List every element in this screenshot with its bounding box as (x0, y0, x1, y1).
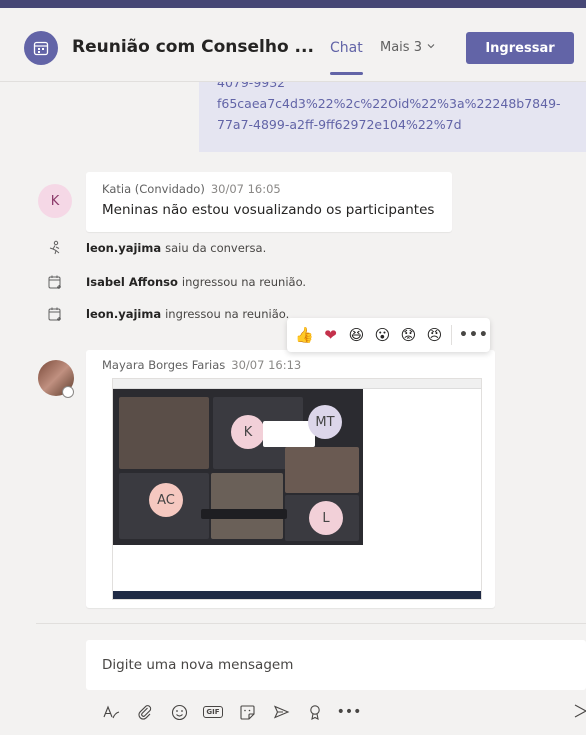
message-time: 30/07 16:05 (210, 182, 281, 196)
tab-chat[interactable]: Chat (330, 40, 363, 56)
chat-popup (263, 421, 315, 447)
event-text: ingressou na reunião. (165, 307, 290, 321)
reactions-bar: 👍 ❤ 😆 😮 😟 😠 ••• (287, 318, 490, 352)
message-author: Mayara Borges Farias (102, 358, 226, 372)
video-tile (211, 473, 283, 539)
video-tile (119, 397, 209, 469)
message-bubble[interactable]: Katia (Convidado) 30/07 16:05 Meninas não… (86, 172, 452, 232)
format-icon[interactable] (100, 701, 122, 723)
participant-avatar: MT (308, 405, 342, 439)
heart-reaction-icon[interactable]: ❤ (321, 326, 340, 344)
presence-badge (62, 386, 74, 398)
message-meta: Katia (Convidado) 30/07 16:05 (102, 182, 436, 196)
chevron-down-icon (426, 40, 436, 55)
participant-avatar: K (231, 415, 265, 449)
screenshot-taskbar (113, 591, 481, 599)
more-options-icon[interactable]: ••• (337, 701, 362, 723)
more-options-icon[interactable]: ••• (459, 327, 489, 343)
participant-avatar: L (309, 501, 343, 535)
gif-icon[interactable]: GIF (202, 701, 224, 723)
event-row: leon.yajima saiu da conversa. (46, 238, 266, 258)
link-message-bubble: 4079-9932 f65caea7c4d3%22%2c%22Oid%22%3a… (199, 82, 586, 152)
video-tile (285, 447, 359, 493)
link-text-line[interactable]: f65caea7c4d3%22%2c%22Oid%22%3a%22248b784… (217, 93, 586, 114)
event-user[interactable]: Isabel Affonso (86, 275, 178, 289)
shared-screenshot-image[interactable]: K MT AC L (112, 378, 482, 600)
message-time: 30/07 16:13 (231, 358, 302, 372)
meet-now-icon[interactable] (270, 701, 292, 723)
message-author: Katia (Convidado) (102, 182, 205, 196)
meeting-calendar-icon (24, 31, 58, 65)
angry-reaction-icon[interactable]: 😠 (425, 326, 444, 344)
compose-box[interactable] (86, 640, 586, 690)
meeting-title: Reunião com Conselho ... (72, 37, 314, 57)
sad-reaction-icon[interactable]: 😟 (399, 326, 418, 344)
link-text-line[interactable]: 4079-9932 (217, 82, 586, 93)
tab-chat-indicator (330, 72, 363, 75)
compose-divider (36, 623, 586, 624)
emoji-icon[interactable] (168, 701, 190, 723)
tab-more-label: Mais 3 (380, 40, 422, 55)
calendar-join-icon (46, 305, 64, 323)
like-reaction-icon[interactable]: 👍 (295, 326, 314, 344)
event-row: Isabel Affonso ingressou na reunião. (46, 272, 306, 292)
message-text: Meninas não estou vosualizando os partic… (102, 202, 435, 218)
calendar-join-icon (46, 273, 64, 291)
avatar[interactable]: K (38, 184, 72, 218)
message-meta: Mayara Borges Farias 30/07 16:13 (102, 358, 479, 372)
screenshot-browser-bar (113, 379, 481, 389)
event-row: leon.yajima ingressou na reunião. (46, 304, 289, 324)
person-leave-icon (46, 239, 64, 257)
laugh-reaction-icon[interactable]: 😆 (347, 326, 366, 344)
call-controls (201, 509, 287, 519)
send-icon[interactable] (574, 702, 586, 720)
event-user[interactable]: leon.yajima (86, 241, 161, 255)
chat-header: Reunião com Conselho ... Chat Mais 3 Ing… (0, 8, 586, 82)
tab-more[interactable]: Mais 3 (380, 40, 436, 55)
screenshot-call-grid: K MT AC L (113, 389, 363, 545)
attach-icon[interactable] (134, 701, 156, 723)
event-user[interactable]: leon.yajima (86, 307, 161, 321)
compose-toolbar: GIF ••• (100, 700, 362, 724)
app-top-bar (0, 0, 586, 8)
praise-icon[interactable] (304, 701, 326, 723)
link-text-line[interactable]: 77a7-4899-a2ff-9ff62972e104%22%7d (217, 114, 586, 135)
reactions-divider (451, 325, 452, 345)
message-input[interactable] (86, 640, 586, 690)
sticker-icon[interactable] (236, 701, 258, 723)
event-text: ingressou na reunião. (181, 275, 307, 289)
join-button[interactable]: Ingressar (466, 32, 574, 64)
participant-avatar: AC (149, 483, 183, 517)
surprised-reaction-icon[interactable]: 😮 (373, 326, 392, 344)
event-text: saiu da conversa. (165, 241, 267, 255)
